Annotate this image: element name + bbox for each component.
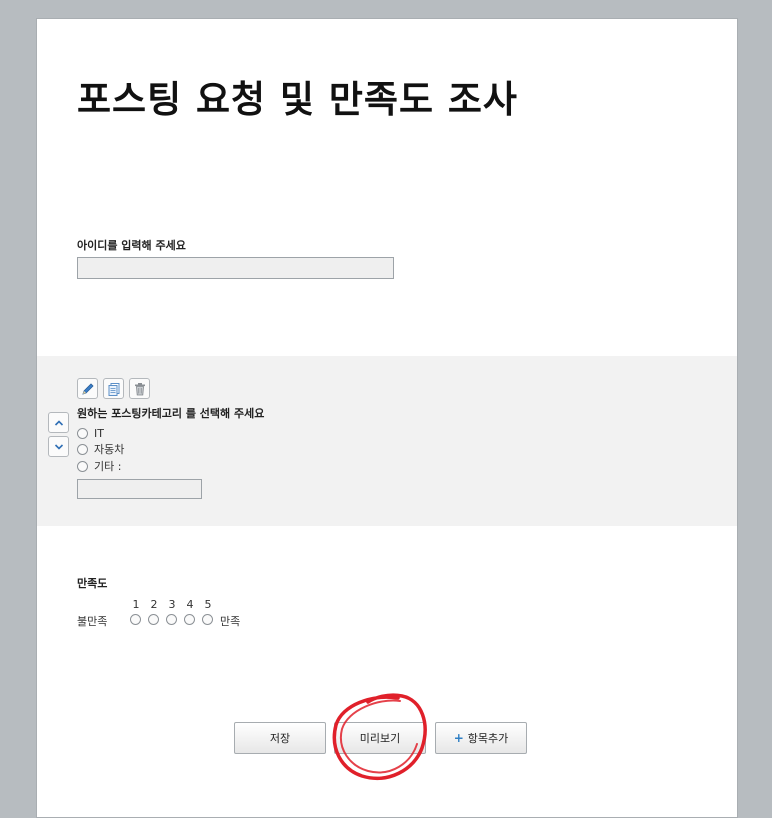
move-down-button[interactable] [48, 436, 69, 457]
other-input[interactable] [77, 479, 202, 499]
id-input[interactable] [77, 257, 394, 279]
option-label-other: 기타 : [94, 460, 122, 473]
edit-button[interactable] [77, 378, 98, 399]
chevron-down-icon [54, 443, 63, 450]
question-label-id: 아이디를 입력해 주세요 [77, 239, 186, 252]
edit-icon [81, 382, 94, 395]
copy-icon [108, 382, 119, 396]
trash-icon [134, 382, 145, 395]
add-item-label: 항목추가 [467, 732, 509, 745]
add-item-button[interactable]: + 항목추가 [435, 722, 527, 754]
option-it[interactable]: IT [77, 426, 104, 440]
scale-number: 2 [150, 598, 158, 611]
copy-button[interactable] [103, 378, 124, 399]
form-sheet: 포스팅 요청 및 만족도 조사 아이디를 입력해 주세요 원하는 포스팅카테고리… [36, 18, 738, 818]
radio-other[interactable] [77, 460, 88, 472]
question-block-category: 원하는 포스팅카테고리 를 선택해 주세요 IT 자동차 기타 : [37, 356, 737, 526]
radio-it[interactable] [77, 427, 88, 439]
option-other[interactable]: 기타 : [77, 459, 121, 473]
scale-radio-5[interactable] [202, 614, 213, 625]
move-up-button[interactable] [48, 412, 69, 433]
question-label-satisfaction: 만족도 [77, 577, 108, 590]
scale-low-label: 불만족 [77, 615, 108, 628]
scale-radio-1[interactable] [130, 614, 141, 625]
save-button[interactable]: 저장 [234, 722, 326, 754]
scale-number: 5 [204, 598, 212, 611]
scale-radio-4[interactable] [184, 614, 195, 625]
scale-high-label: 만족 [220, 615, 241, 628]
scale-number: 3 [168, 598, 176, 611]
option-label-car: 자동차 [94, 443, 125, 456]
scale-number: 4 [186, 598, 194, 611]
chevron-up-icon [54, 419, 63, 426]
delete-button[interactable] [129, 378, 150, 399]
option-car[interactable]: 자동차 [77, 442, 124, 456]
page-title: 포스팅 요청 및 만족도 조사 [77, 78, 518, 121]
scale-number: 1 [132, 598, 140, 611]
scale-radio-3[interactable] [166, 614, 177, 625]
preview-button[interactable]: 미리보기 [334, 722, 426, 754]
scale-radio-2[interactable] [148, 614, 159, 625]
question-label-category: 원하는 포스팅카테고리 를 선택해 주세요 [77, 407, 265, 420]
plus-icon: + [453, 731, 464, 745]
option-label-it: IT [94, 426, 104, 440]
radio-car[interactable] [77, 443, 88, 455]
